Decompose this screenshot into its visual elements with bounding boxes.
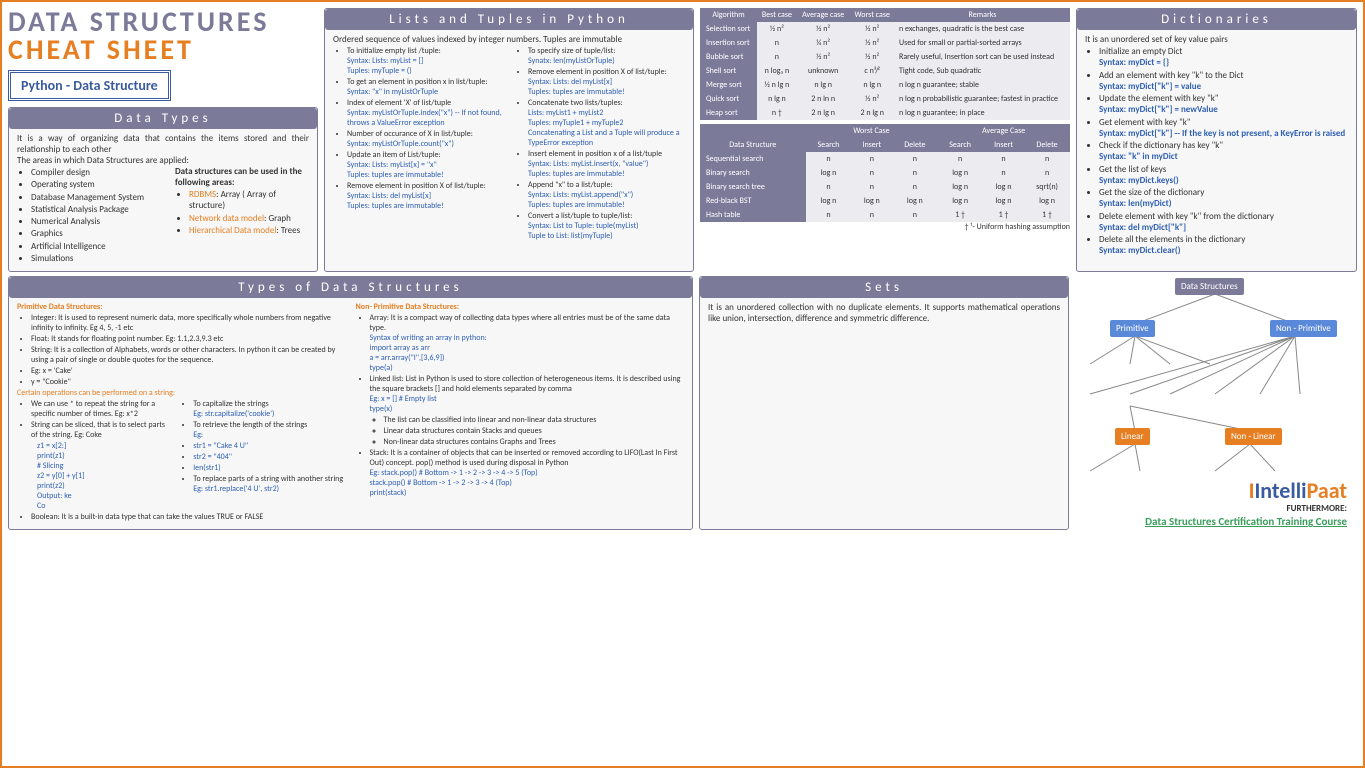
nonprim-h: Non- Primitive Data Structures: bbox=[356, 302, 685, 312]
tree-linear: Linear bbox=[1115, 428, 1150, 445]
data-types-applied: The areas in which Data Structures are a… bbox=[17, 155, 309, 166]
sets-intro: It is an unordered collection with no du… bbox=[708, 302, 1060, 324]
brand-logo: IIntelliPaat bbox=[1249, 477, 1347, 504]
dict-intro: It is an unordered set of key value pair… bbox=[1085, 34, 1348, 45]
tree-nonprimitive: Non - Primitive bbox=[1270, 320, 1337, 337]
tree-nonlinear: Non - Linear bbox=[1225, 428, 1282, 445]
prim-h: Primitive Data Structures: bbox=[17, 302, 346, 312]
data-types-intro: It is a way of organizing data that cont… bbox=[17, 133, 309, 155]
ds-foot: † ¹- Uniform hashing assumption bbox=[700, 222, 1070, 232]
course-link[interactable]: Data Structures Certification Training C… bbox=[1145, 515, 1347, 528]
prim-ops: Certain operations can be performed on a… bbox=[17, 388, 346, 398]
types-panel: Types of Data Structures Primitive Data … bbox=[8, 276, 693, 530]
lists-panel: Lists and Tuples in Python Ordered seque… bbox=[324, 8, 694, 272]
sets-title: Sets bbox=[700, 277, 1068, 298]
types-title: Types of Data Structures bbox=[9, 277, 692, 298]
lists-title: Lists and Tuples in Python bbox=[325, 9, 693, 30]
algo-table: AlgorithmBest caseAverage caseWorst case… bbox=[700, 8, 1070, 120]
furthermore: FURTHERMORE: bbox=[1287, 503, 1347, 514]
dict-title: Dictionaries bbox=[1077, 9, 1356, 30]
sets-panel: Sets It is an unordered collection with … bbox=[699, 276, 1069, 530]
lists-intro: Ordered sequence of values indexed by in… bbox=[333, 34, 685, 45]
ds-table: Worst CaseAverage Case Data StructureSea… bbox=[700, 124, 1070, 222]
data-types-panel: Data Types It is a way of organizing dat… bbox=[8, 107, 318, 272]
tree-primitive: Primitive bbox=[1110, 320, 1155, 337]
tree-panel: Data Structures Primitive Non - Primitiv… bbox=[1075, 276, 1357, 534]
dict-panel: Dictionaries It is an unordered set of k… bbox=[1076, 8, 1357, 272]
subtitle: Python - Data Structure bbox=[8, 70, 171, 101]
tree-root: Data Structures bbox=[1175, 278, 1244, 295]
main-title: DATA STRUCTURESCHEAT SHEET bbox=[8, 8, 318, 64]
bool: Boolean: It is a built-in data type that… bbox=[31, 512, 346, 522]
ds-used-label: Data structures can be used in the follo… bbox=[175, 166, 309, 188]
data-types-title: Data Types bbox=[9, 108, 317, 129]
